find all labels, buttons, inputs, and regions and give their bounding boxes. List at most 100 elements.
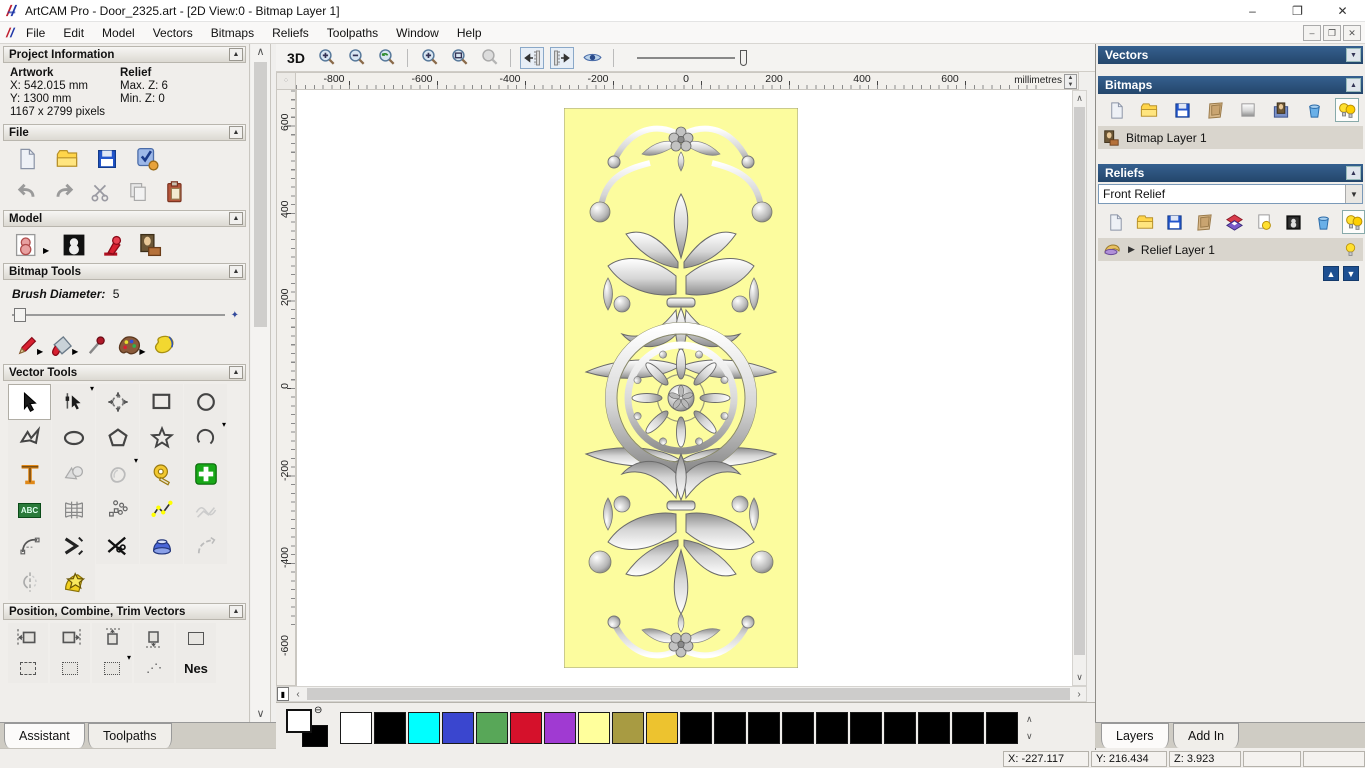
- zoom-previous-button[interactable]: [374, 47, 398, 69]
- create-polygon-button[interactable]: [96, 420, 139, 456]
- delete-bitmap-layer-button[interactable]: [1302, 98, 1326, 122]
- colour-swatch[interactable]: [408, 712, 440, 744]
- restore-button[interactable]: ❐: [1275, 0, 1320, 22]
- cut-button[interactable]: [88, 180, 114, 204]
- drawing-canvas[interactable]: [296, 90, 1072, 686]
- scroll-up-icon[interactable]: ∧: [251, 44, 270, 60]
- menu-model[interactable]: Model: [93, 24, 144, 42]
- relief-preview-button[interactable]: [1253, 210, 1276, 234]
- relief-greyscale-button[interactable]: [1283, 210, 1306, 234]
- paste-button[interactable]: [162, 180, 188, 204]
- zoom-in-button[interactable]: [314, 47, 338, 69]
- open-model-button[interactable]: [54, 147, 80, 171]
- create-ellipse-button[interactable]: [52, 420, 95, 456]
- trim-vectors-button[interactable]: [96, 528, 139, 564]
- collapse-button[interactable]: ▲: [1346, 166, 1361, 180]
- brush-diameter-slider[interactable]: ✦: [12, 308, 225, 322]
- colour-swatch[interactable]: [612, 712, 644, 744]
- flyout-arrow-icon[interactable]: ▶: [72, 347, 78, 356]
- colour-swatch[interactable]: [510, 712, 542, 744]
- dropdown-arrow-icon[interactable]: ▼: [1345, 185, 1362, 203]
- zoom-out-button[interactable]: [344, 47, 368, 69]
- mdi-close-button[interactable]: ✕: [1343, 25, 1361, 41]
- menu-reliefs[interactable]: Reliefs: [263, 24, 318, 42]
- menu-help[interactable]: Help: [448, 24, 491, 42]
- simplify-vectors-button[interactable]: [184, 492, 227, 528]
- colour-swatch[interactable]: [374, 712, 406, 744]
- tab-layers[interactable]: Layers: [1101, 723, 1169, 748]
- vector-doctor-button[interactable]: [184, 456, 227, 492]
- wrap-text-button[interactable]: [52, 456, 95, 492]
- fit-curve-button[interactable]: [140, 492, 183, 528]
- scroll-left-icon[interactable]: ‹: [291, 689, 305, 700]
- expander-icon[interactable]: ▶: [1128, 244, 1135, 255]
- toggle-all-visibility-button[interactable]: [1342, 210, 1365, 234]
- ruler-units-dropdown[interactable]: ▲▼: [1064, 74, 1077, 89]
- model-properties-button[interactable]: [134, 147, 160, 171]
- colour-swatch[interactable]: [340, 712, 372, 744]
- create-star-button[interactable]: [140, 420, 183, 456]
- open-relief-layer-button[interactable]: [1134, 210, 1157, 234]
- rollup-button[interactable]: ▲: [229, 265, 243, 278]
- menu-edit[interactable]: Edit: [54, 24, 93, 42]
- relief-layer-name[interactable]: Relief Layer 1: [1141, 243, 1215, 257]
- align-bottom-button[interactable]: [134, 623, 174, 653]
- create-text-button[interactable]: [8, 456, 51, 492]
- paste-on-arc-button[interactable]: ⋰⋅: [134, 653, 174, 683]
- rollup-button[interactable]: ▲: [229, 605, 243, 618]
- canvas-hscrollbar[interactable]: ▮ ‹ ›: [276, 686, 1087, 702]
- preview-eye-button[interactable]: [580, 47, 604, 69]
- colour-swatch[interactable]: [680, 712, 712, 744]
- close-button[interactable]: ✕: [1320, 0, 1365, 22]
- canvas-vscrollbar[interactable]: ∧ ∨: [1072, 90, 1087, 686]
- rollup-button[interactable]: ▲: [229, 212, 243, 225]
- notes-button[interactable]: [137, 233, 163, 257]
- colour-swatch[interactable]: [578, 712, 610, 744]
- paste-along-curve-button[interactable]: [96, 492, 139, 528]
- delete-relief-layer-button[interactable]: [1312, 210, 1335, 234]
- menu-bitmaps[interactable]: Bitmaps: [202, 24, 263, 42]
- bitmap-layer-name[interactable]: Bitmap Layer 1: [1126, 131, 1207, 145]
- mirror-vectors-button[interactable]: [8, 564, 51, 600]
- measure-button[interactable]: [140, 456, 183, 492]
- snap-prev-button[interactable]: [520, 47, 544, 69]
- colour-swatch[interactable]: [816, 712, 848, 744]
- despeckle-button[interactable]: [151, 334, 177, 358]
- create-polyline-button[interactable]: [8, 420, 51, 456]
- menu-window[interactable]: Window: [387, 24, 448, 42]
- assistant-scrollbar[interactable]: ∧ ∨: [251, 44, 271, 722]
- move-layer-up-button[interactable]: ▲: [1323, 266, 1339, 281]
- mdi-minimize-button[interactable]: –: [1303, 25, 1321, 41]
- new-bitmap-layer-button[interactable]: [1104, 98, 1128, 122]
- offset-vectors-button[interactable]: ▾: [96, 456, 139, 492]
- flyout-arrow-icon[interactable]: ▶: [139, 347, 145, 356]
- menu-vectors[interactable]: Vectors: [144, 24, 202, 42]
- pane-splitter-button[interactable]: ▮: [277, 687, 289, 701]
- wrap-vectors-button[interactable]: [52, 564, 95, 600]
- scrollbar-thumb[interactable]: [307, 688, 1070, 700]
- text-block-button[interactable]: ABC: [8, 492, 51, 528]
- slider-handle[interactable]: [740, 50, 747, 66]
- centre-vertical-button[interactable]: ▾: [92, 653, 132, 683]
- layer-visibility-bulb-icon[interactable]: [1342, 241, 1359, 258]
- bisector-button[interactable]: [52, 528, 95, 564]
- scrollbar-thumb[interactable]: [1074, 107, 1085, 655]
- node-editing-button[interactable]: ▾: [52, 384, 95, 420]
- new-relief-layer-button[interactable]: [1104, 210, 1127, 234]
- lighting-button[interactable]: [99, 233, 125, 257]
- undo-button[interactable]: [14, 180, 40, 204]
- tab-assistant[interactable]: Assistant: [4, 723, 85, 748]
- mdi-restore-button[interactable]: ❐: [1323, 25, 1341, 41]
- palette-scroll-up-icon[interactable]: ∧: [1026, 714, 1033, 725]
- primary-secondary-colour[interactable]: ⊖: [284, 707, 330, 749]
- rollup-button[interactable]: ▲: [229, 48, 243, 61]
- scroll-up-icon[interactable]: ∧: [1073, 91, 1086, 106]
- toggle-all-visibility-button[interactable]: [1335, 98, 1359, 122]
- collapse-button[interactable]: ▲: [1346, 78, 1361, 92]
- bitmap-to-relief-button[interactable]: [1269, 98, 1293, 122]
- colour-swatch[interactable]: [782, 712, 814, 744]
- redo-button[interactable]: [51, 180, 77, 204]
- centre-in-page-button[interactable]: [8, 653, 48, 683]
- scrollbar-thumb[interactable]: [254, 62, 267, 327]
- slider-handle[interactable]: [14, 308, 26, 322]
